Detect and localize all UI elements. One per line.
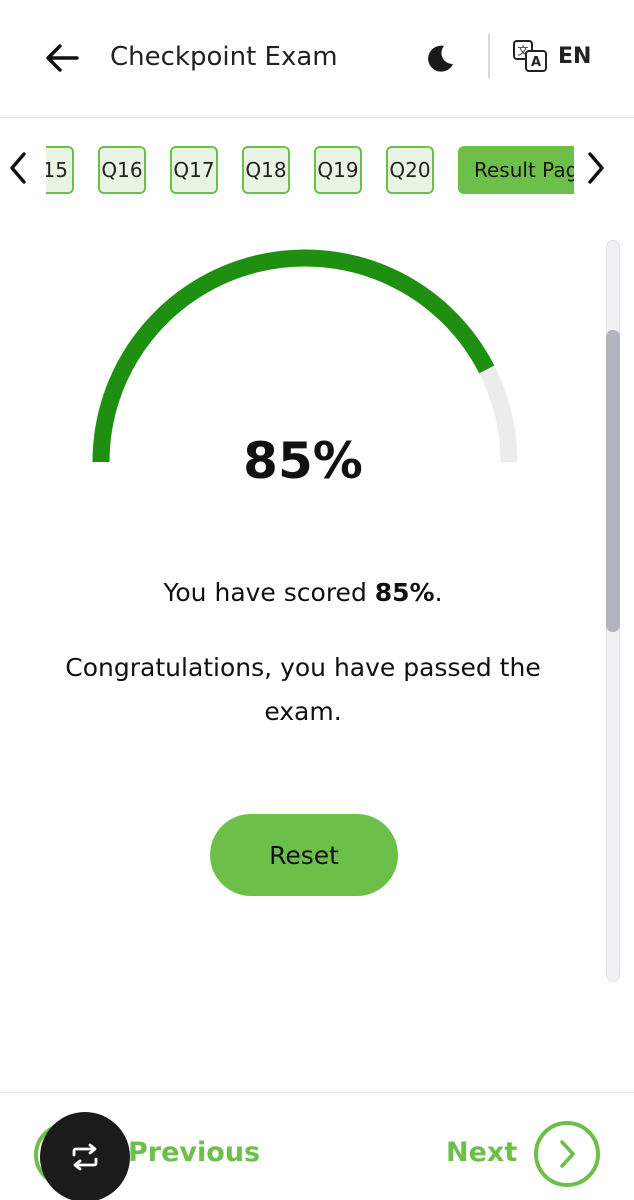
next-button[interactable] — [534, 1121, 600, 1187]
score-percent: 85% — [243, 432, 363, 490]
scroll-left-button[interactable] — [0, 146, 36, 190]
question-tab-q16[interactable]: Q16 — [98, 146, 146, 194]
chevron-left-icon — [10, 152, 26, 184]
app-header: Checkpoint Exam 文 A EN — [0, 0, 634, 118]
question-tab-q17[interactable]: Q17 — [170, 146, 218, 194]
language-label: EN — [558, 43, 592, 69]
scroll-right-button[interactable] — [578, 146, 614, 190]
result-page-tab[interactable]: Result Pag — [458, 146, 574, 194]
question-navigator: 15 Q16 Q17 Q18 Q19 Q20 Result Pag — [0, 140, 634, 200]
page-title: Checkpoint Exam — [110, 42, 338, 72]
previous-label[interactable]: Previous — [128, 1137, 260, 1168]
question-tab-q18[interactable]: Q18 — [242, 146, 290, 194]
chevron-right-icon — [588, 152, 604, 184]
back-button[interactable] — [40, 36, 84, 80]
floating-repeat-button[interactable] — [40, 1112, 130, 1200]
question-tab-15[interactable]: 15 — [46, 146, 74, 194]
header-divider — [488, 34, 490, 78]
score-value: 85% — [374, 578, 435, 607]
scrollbar-thumb[interactable] — [606, 330, 620, 632]
language-button[interactable]: 文 A EN — [512, 36, 591, 76]
question-strip: 15 Q16 Q17 Q18 Q19 Q20 Result Pag — [46, 146, 574, 194]
translate-icon: 文 A — [513, 40, 547, 72]
theme-toggle-button[interactable] — [420, 38, 460, 78]
question-tab-q19[interactable]: Q19 — [314, 146, 362, 194]
repeat-icon — [72, 1143, 98, 1171]
next-label[interactable]: Next — [446, 1137, 517, 1168]
arrow-left-icon — [46, 44, 79, 72]
question-tab-q20[interactable]: Q20 — [386, 146, 434, 194]
chevron-right-circle-icon — [560, 1140, 575, 1168]
score-message: You have scored 85%. — [163, 578, 443, 607]
moon-icon — [428, 45, 453, 72]
pass-message: Congratulations, you have passed the exa… — [65, 653, 541, 726]
svg-text:A: A — [531, 55, 541, 70]
reset-button[interactable]: Reset — [210, 814, 398, 896]
